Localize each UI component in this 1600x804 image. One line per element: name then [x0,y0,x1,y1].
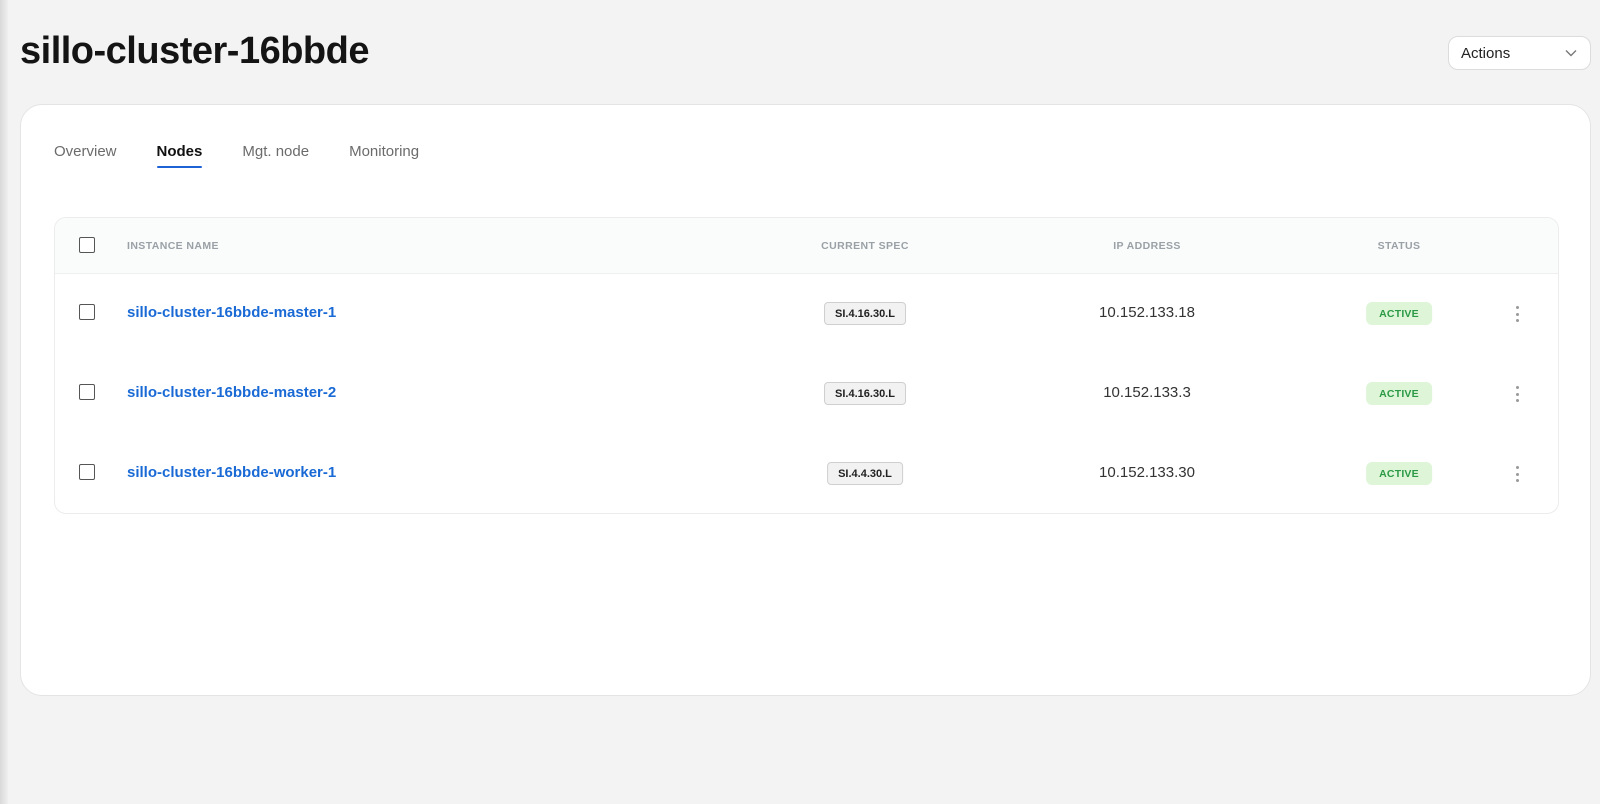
cluster-details-card: Overview Nodes Mgt. node Monitoring INST… [20,104,1591,696]
status-badge: ACTIVE [1366,302,1432,325]
spec-badge: SI.4.4.30.L [827,462,903,485]
column-header-current-spec[interactable]: CURRENT SPEC [821,240,909,252]
row-checkbox[interactable] [79,384,95,400]
table-header: INSTANCE NAME CURRENT SPEC IP ADDRESS ST… [55,218,1558,274]
status-badge: ACTIVE [1366,462,1432,485]
actions-label: Actions [1461,44,1511,62]
ip-address: 10.152.133.18 [1099,304,1195,321]
select-all-checkbox[interactable] [79,237,95,253]
row-checkbox[interactable] [79,464,95,480]
instance-name-link[interactable]: sillo-cluster-16bbde-master-2 [127,384,336,401]
status-badge: ACTIVE [1366,382,1432,405]
spec-badge: SI.4.16.30.L [824,302,906,325]
table-row: sillo-cluster-16bbde-master-2 SI.4.16.30… [55,354,1558,434]
column-header-instance-name[interactable]: INSTANCE NAME [127,240,219,252]
actions-dropdown-button[interactable]: Actions [1448,36,1591,70]
column-header-status[interactable]: STATUS [1378,240,1421,252]
ip-address: 10.152.133.3 [1103,384,1191,401]
instance-name-link[interactable]: sillo-cluster-16bbde-worker-1 [127,464,336,481]
column-header-ip-address[interactable]: IP ADDRESS [1113,240,1181,252]
kebab-menu-icon[interactable] [1511,384,1523,404]
nodes-table: INSTANCE NAME CURRENT SPEC IP ADDRESS ST… [54,217,1559,514]
kebab-menu-icon[interactable] [1511,464,1523,484]
ip-address: 10.152.133.30 [1099,464,1195,481]
table-row: sillo-cluster-16bbde-master-1 SI.4.16.30… [55,274,1558,354]
left-edge-strip [0,0,8,804]
spec-badge: SI.4.16.30.L [824,382,906,405]
chevron-down-icon [1564,46,1578,60]
instance-name-link[interactable]: sillo-cluster-16bbde-master-1 [127,304,336,321]
kebab-menu-icon[interactable] [1511,304,1523,324]
tab-monitoring[interactable]: Monitoring [349,143,419,168]
table-row: sillo-cluster-16bbde-worker-1 SI.4.4.30.… [55,434,1558,513]
tab-nodes[interactable]: Nodes [156,143,202,168]
row-checkbox[interactable] [79,304,95,320]
tab-bar: Overview Nodes Mgt. node Monitoring [54,143,459,168]
page-title: sillo-cluster-16bbde [20,30,369,72]
tab-mgt-node[interactable]: Mgt. node [242,143,309,168]
tab-overview[interactable]: Overview [54,143,117,168]
